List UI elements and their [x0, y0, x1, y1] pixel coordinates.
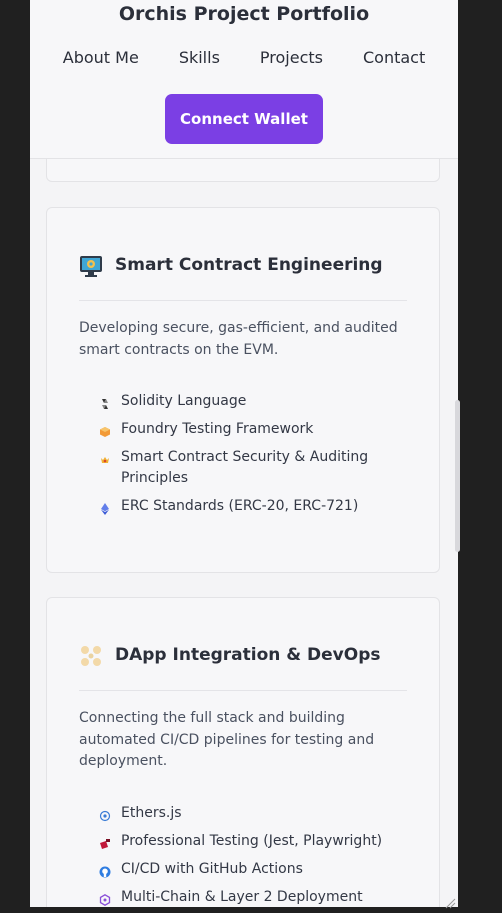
list-item: Solidity Language: [99, 391, 399, 412]
card-title: DApp Integration & DevOps: [115, 645, 381, 665]
list-item: Professional Testing (Jest, Playwright): [99, 831, 399, 852]
github-icon: [99, 864, 111, 878]
nav-link-contact[interactable]: Contact: [363, 47, 425, 69]
card-title: Smart Contract Engineering: [115, 255, 383, 275]
connect-wallet-button[interactable]: Connect Wallet: [165, 94, 323, 144]
main-nav: About Me Skills Projects Contact: [30, 47, 458, 69]
nav-link-skills[interactable]: Skills: [179, 47, 220, 69]
ethers-icon: [99, 808, 111, 822]
list-item: Multi-Chain & Layer 2 Deployment: [99, 887, 399, 907]
skill-label: Professional Testing (Jest, Playwright): [121, 833, 383, 849]
card-description: Connecting the full stack and building a…: [79, 710, 375, 769]
list-item: Smart Contract Security & Auditing Princ…: [99, 447, 399, 489]
card-header: DApp Integration & DevOps: [79, 638, 407, 691]
jest-icon: [99, 836, 111, 849]
ethereum-icon: [99, 501, 111, 515]
nodes-icon: [79, 644, 103, 668]
skill-label: ERC Standards (ERC-20, ERC-721): [121, 498, 359, 514]
skill-label: Foundry Testing Framework: [121, 421, 314, 437]
skill-label: Multi-Chain & Layer 2 Deployment: [121, 889, 363, 905]
monitor-gear-icon: [79, 254, 103, 278]
foundry-icon: [99, 424, 111, 437]
list-item: Foundry Testing Framework: [99, 419, 399, 440]
skill-card-smart-contract: Smart Contract Engineering Developing se…: [46, 207, 440, 573]
skill-label: Smart Contract Security & Auditing Princ…: [121, 449, 369, 486]
skill-card-dapp: DApp Integration & DevOps Connecting the…: [46, 597, 440, 907]
site-title: Orchis Project Portfolio: [118, 3, 370, 25]
skill-label: Solidity Language: [121, 393, 247, 409]
nav-link-about-me[interactable]: About Me: [63, 47, 139, 69]
shield-crown-icon: [99, 452, 111, 464]
card-header: Smart Contract Engineering: [79, 248, 407, 301]
list-item: ERC Standards (ERC-20, ERC-721): [99, 496, 399, 517]
scrollbar-thumb[interactable]: [455, 400, 460, 552]
skill-list: Ethers.js Professional Testing (Jest, Pl…: [99, 803, 399, 907]
page-viewport[interactable]: Smart Contract Engineering Developing se…: [30, 0, 458, 907]
skill-list: Solidity Language Foundry Testing Framew…: [99, 391, 399, 524]
list-item: CI/CD with GitHub Actions: [99, 859, 399, 880]
skill-label: CI/CD with GitHub Actions: [121, 861, 303, 877]
nav-link-projects[interactable]: Projects: [260, 47, 323, 69]
solidity-icon: [99, 396, 111, 409]
hexagon-chain-icon: [99, 892, 111, 906]
skill-label: Ethers.js: [121, 805, 182, 821]
list-item: Ethers.js: [99, 803, 399, 824]
card-description: Developing secure, gas-efficient, and au…: [79, 320, 398, 358]
resize-grip-icon[interactable]: [442, 894, 456, 909]
site-header: Orchis Project Portfolio About Me Skills…: [30, 0, 458, 159]
